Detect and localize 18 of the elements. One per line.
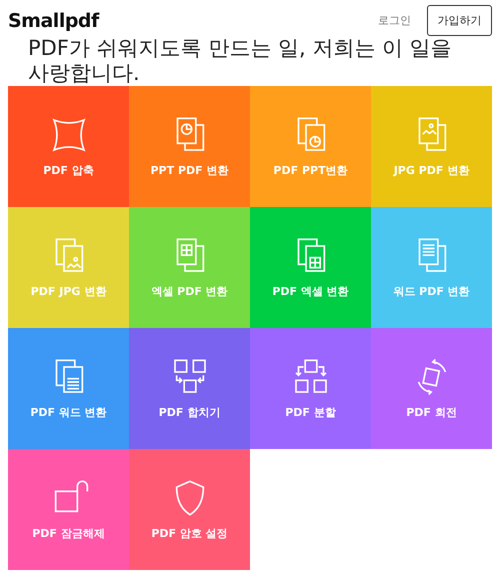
tool-tile[interactable]: PDF 합치기 xyxy=(129,328,250,449)
tool-tile[interactable]: PDF JPG 변환 xyxy=(8,207,129,328)
tool-tile[interactable]: PDF 분할 xyxy=(250,328,371,449)
headline: PDF가 쉬워지도록 만드는 일, 저희는 이 일을 사랑합니다. xyxy=(27,36,453,86)
logo[interactable]: Smallpdf xyxy=(8,10,99,32)
tool-tile[interactable]: PDF 엑셀 변환 xyxy=(250,207,371,328)
tool-tile[interactable]: PDF 회전 xyxy=(371,328,492,449)
tool-tile[interactable]: JPG PDF 변환 xyxy=(371,86,492,207)
tool-tile[interactable]: PDF 압축 xyxy=(8,86,129,207)
tool-tile[interactable]: 엑셀 PDF 변환 xyxy=(129,207,250,328)
tool-tile[interactable]: PDF PPT변환 xyxy=(250,86,371,207)
login-link[interactable]: 로그인 xyxy=(378,13,411,28)
tool-tile[interactable]: PDF 잠금해제 xyxy=(8,449,129,570)
tool-tile[interactable]: PPT PDF 변환 xyxy=(129,86,250,207)
tool-tile[interactable]: PDF 암호 설정 xyxy=(129,449,250,570)
tool-tile[interactable]: 워드 PDF 변환 xyxy=(371,207,492,328)
tool-tile[interactable]: PDF 워드 변환 xyxy=(8,328,129,449)
signup-button[interactable]: 가입하기 xyxy=(427,5,492,36)
